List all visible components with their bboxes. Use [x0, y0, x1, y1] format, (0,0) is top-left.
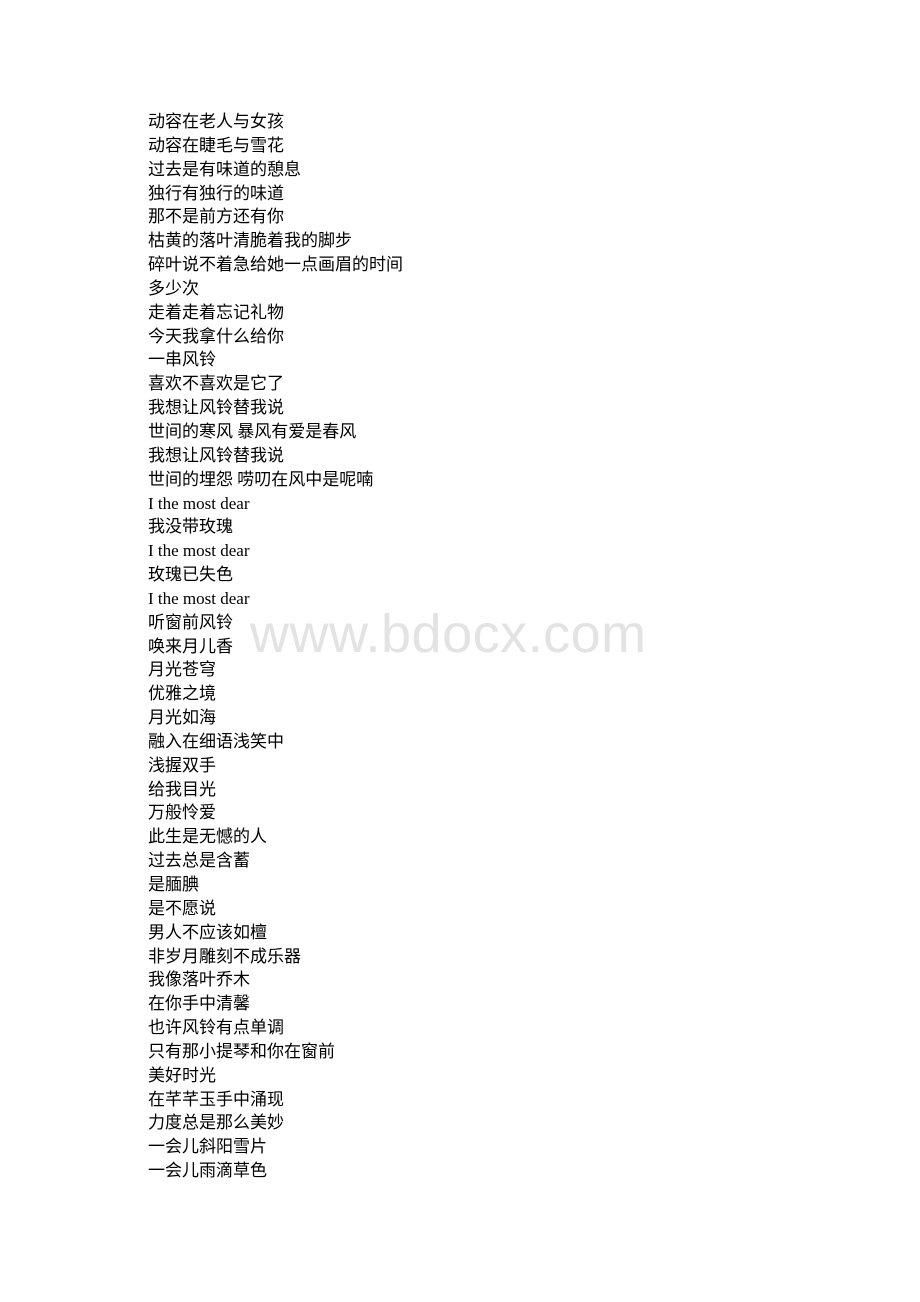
text-line: 走着走着忘记礼物: [148, 302, 284, 322]
text-line: 男人不应该如檀: [148, 922, 267, 942]
text-line: 月光如海: [148, 708, 216, 728]
text-line: 我想让风铃替我说: [148, 445, 284, 465]
text-line: 我像落叶乔木: [148, 970, 250, 990]
text-line: 力度总是那么美妙: [148, 1113, 284, 1133]
text-line: 多少次: [148, 278, 199, 298]
text-line: 那不是前方还有你: [148, 207, 284, 227]
text-line: 过去是有味道的憩息: [148, 159, 301, 179]
text-line: 是腼腆: [148, 875, 199, 894]
text-line: 枯黄的落叶清脆着我的脚步: [148, 231, 352, 251]
text-line: 在芊芊玉手中涌现: [148, 1089, 284, 1109]
text-line: I the most dear: [148, 541, 250, 561]
text-line: 也许风铃有点单调: [148, 1018, 284, 1038]
text-line: 过去总是含蓄: [148, 851, 250, 871]
text-line: 浅握双手: [148, 755, 216, 775]
text-line: 月光苍穹: [148, 660, 216, 680]
text-line: 非岁月雕刻不成乐器: [148, 946, 301, 966]
text-line: 听窗前风铃: [148, 612, 233, 632]
text-line: 动容在睫毛与雪花: [148, 135, 284, 155]
text-line: 美好时光: [148, 1065, 216, 1085]
text-line: I the most dear: [148, 588, 250, 608]
text-line: 唤来月儿香: [148, 636, 233, 656]
text-line: 是不愿说: [148, 898, 216, 918]
text-line: 世间的埋怨 唠叨在风中是呢喃: [148, 469, 374, 489]
text-line: 在你手中清馨: [148, 994, 250, 1014]
lyrics-text-block: 动容在老人与女孩 动容在睫毛与雪花 过去是有味道的憩息 独行有独行的味道 那不是前方还有…: [148, 110, 403, 1183]
document-page: 动容在老人与女孩 动容在睫毛与雪花 过去是有味道的憩息 独行有独行的味道 那不是前方还有…: [0, 0, 920, 1302]
text-line: 今天我拿什么给你: [148, 326, 284, 346]
text-line: 碎叶说不着急给她一点画眉的时间: [148, 255, 403, 275]
text-line: 万般怜爱: [148, 803, 216, 823]
text-line: 优雅之境: [148, 684, 216, 704]
text-line: 动容在老人与女孩: [148, 112, 284, 131]
text-line: 喜欢不喜欢是它了: [148, 374, 284, 394]
text-line: 一串风铃: [148, 350, 216, 370]
text-line: 玫瑰已失色: [148, 565, 233, 585]
text-line: 一会儿斜阳雪片: [148, 1137, 267, 1157]
text-line: 融入在细语浅笑中: [148, 731, 284, 751]
text-line: 只有那小提琴和你在窗前: [148, 1041, 335, 1061]
text-line: 独行有独行的味道: [148, 183, 284, 203]
text-line: 一会儿雨滴草色: [148, 1161, 267, 1181]
text-line: 我想让风铃替我说: [148, 398, 284, 418]
text-line: 此生是无憾的人: [148, 827, 267, 847]
text-line: 世间的寒风 暴风有爱是春风: [148, 421, 357, 441]
text-line: I the most dear: [148, 493, 250, 513]
text-line: 我没带玫瑰: [148, 517, 233, 537]
text-line: 给我目光: [148, 779, 216, 799]
